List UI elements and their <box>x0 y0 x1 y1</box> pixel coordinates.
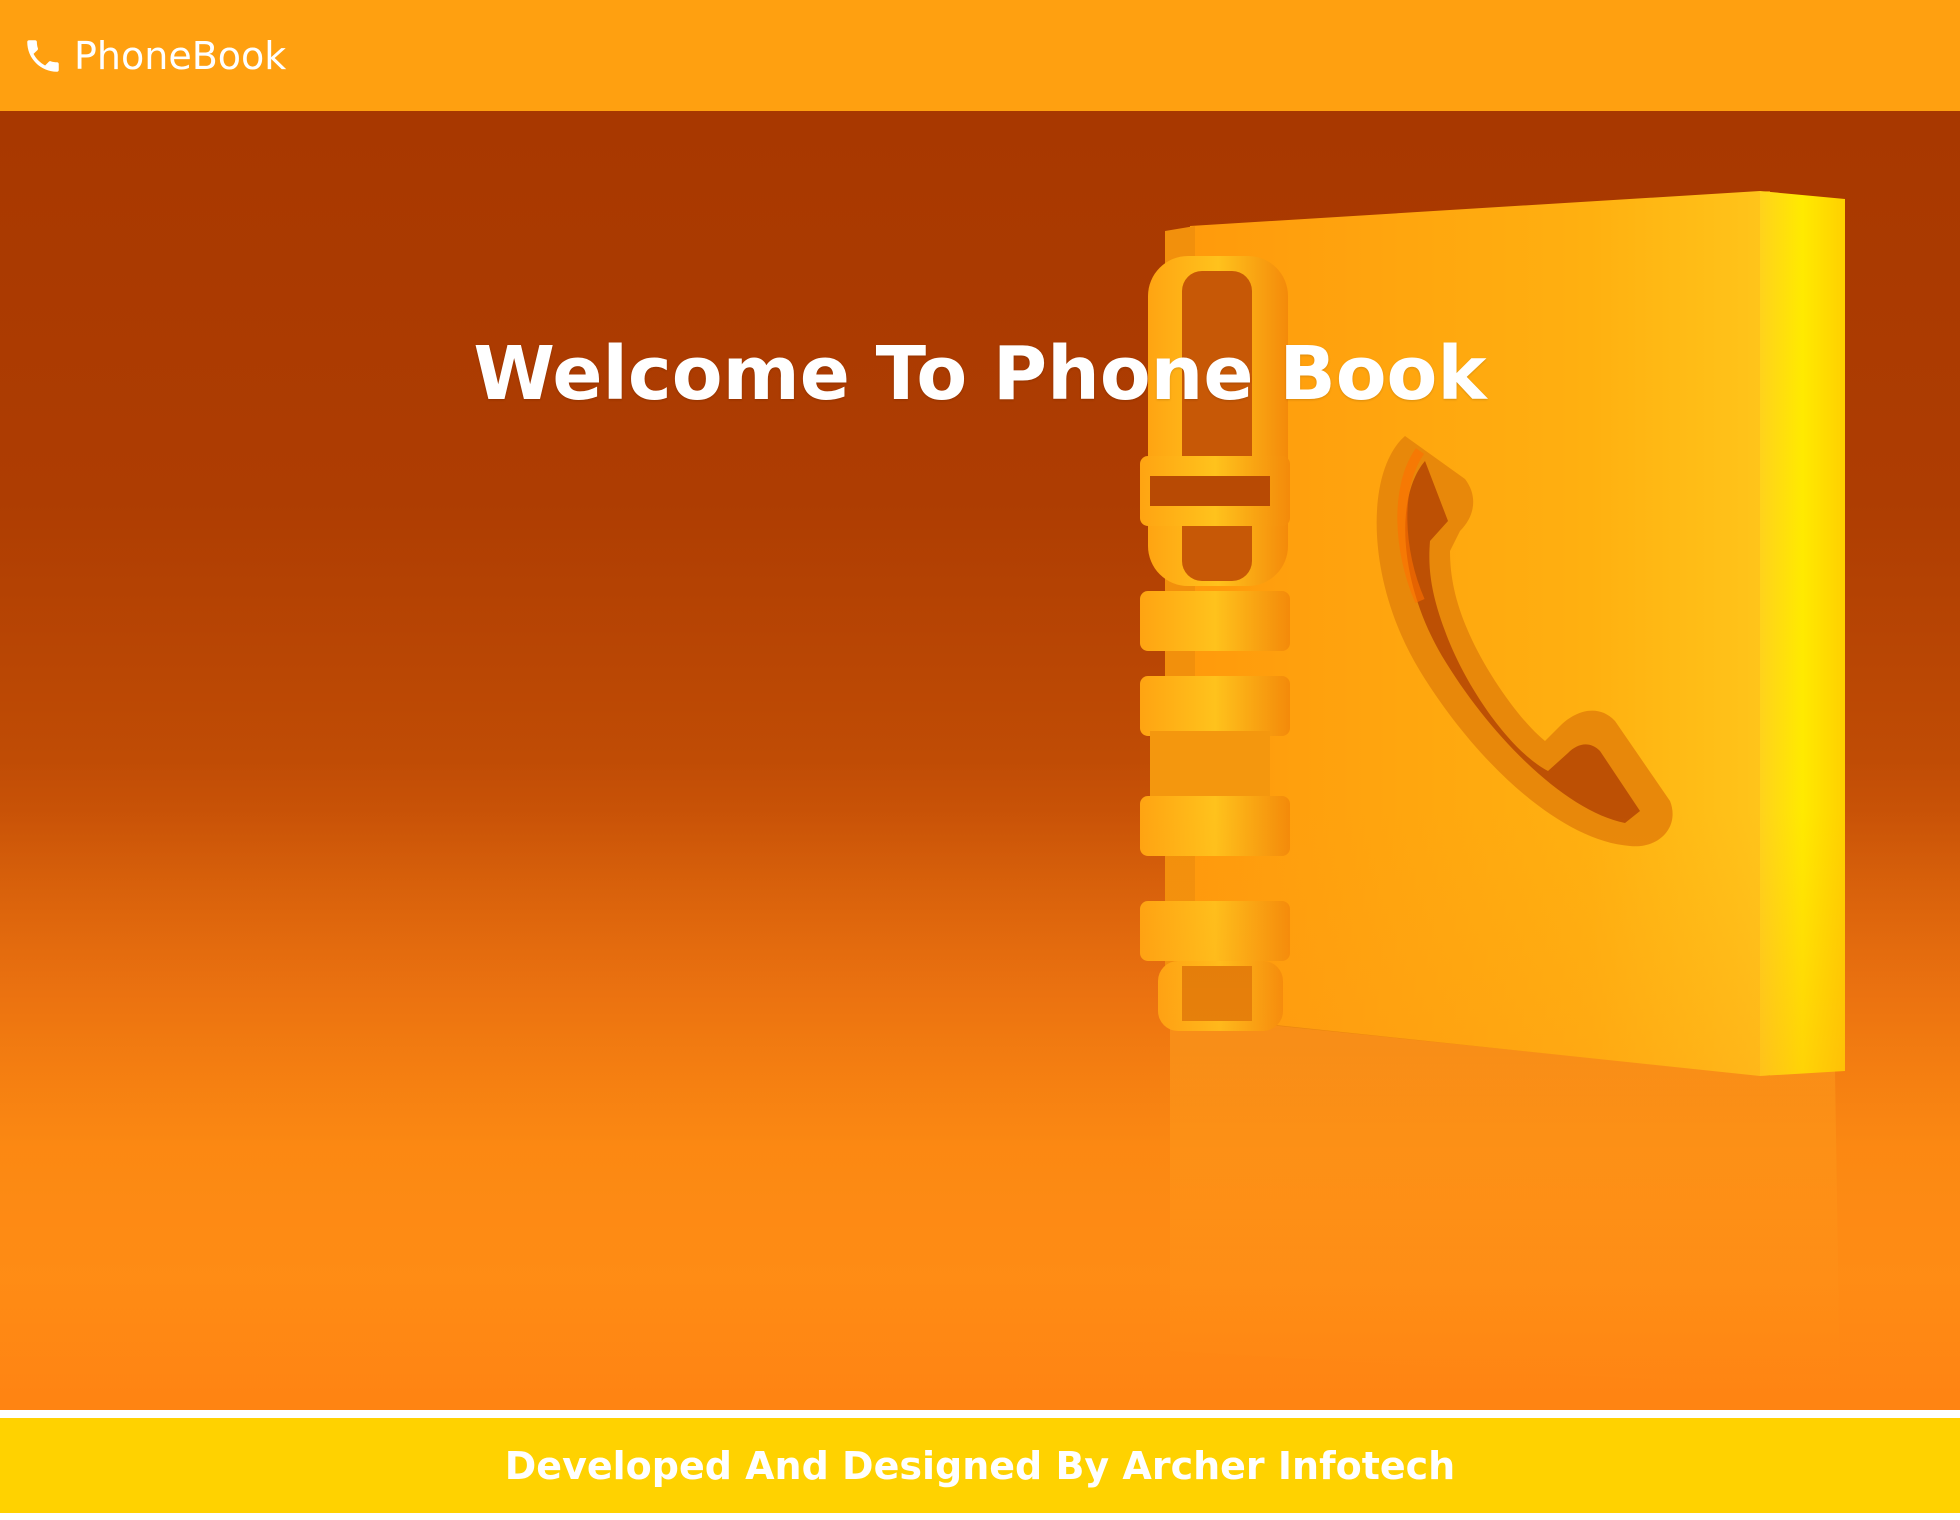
divider <box>0 1410 1960 1418</box>
brand-label: PhoneBook <box>74 33 287 78</box>
phone-icon <box>27 39 59 72</box>
bottom-divider <box>0 1513 1960 1520</box>
phonebook-illustration <box>0 191 1960 1410</box>
navbar: PhoneBook <box>0 0 1960 111</box>
hero-section: Welcome To Phone Book <box>0 111 1960 1410</box>
welcome-title: Welcome To Phone Book <box>473 331 1487 417</box>
footer: Developed And Designed By Archer Infotec… <box>0 1418 1960 1513</box>
footer-credit: Developed And Designed By Archer Infotec… <box>504 1443 1456 1488</box>
brand-link[interactable]: PhoneBook <box>22 34 286 78</box>
